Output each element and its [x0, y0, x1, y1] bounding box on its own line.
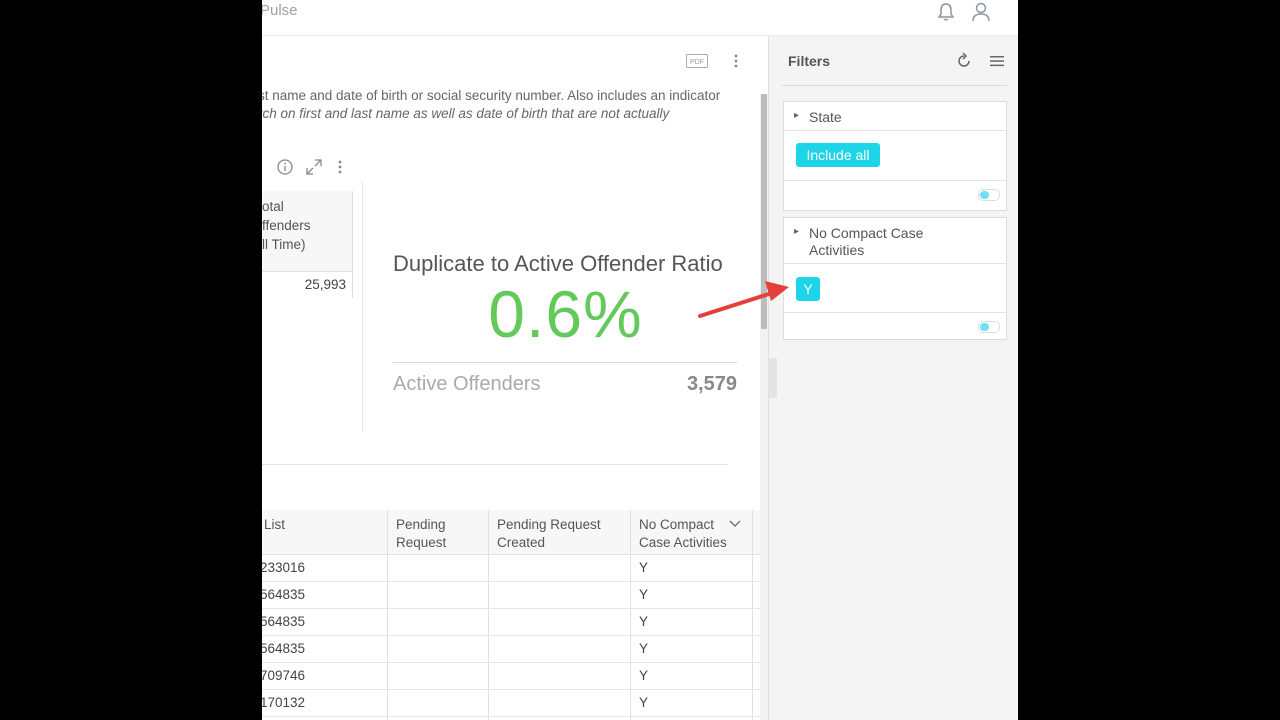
table-cell-no-compact: Y [639, 614, 649, 629]
filters-title: Filters [788, 53, 831, 69]
info-icon[interactable] [276, 158, 294, 176]
state-filter-header[interactable]: ▸ State [784, 102, 1006, 131]
description-line-2: rch on first and last name as well as da… [262, 106, 670, 121]
state-filter-card: ▸ State Include all [783, 101, 1007, 211]
column-header-list[interactable]: List [264, 516, 285, 534]
chevron-right-icon[interactable]: ▸ [794, 110, 799, 121]
chevron-down-icon[interactable] [729, 520, 741, 528]
no-compact-filter-card: ▸ No Compact Case Activities Y [783, 217, 1007, 340]
svg-text:PDF: PDF [690, 59, 704, 66]
table-cell-no-compact: Y [639, 668, 649, 683]
state-filter-footer [784, 180, 1006, 207]
total-offenders-header[interactable]: otal ffenders ll Time) [262, 191, 353, 272]
table-header: List Pending Request Pending Request Cre… [262, 510, 760, 555]
table-cell-list: 709746 [262, 668, 306, 683]
no-compact-filter-toggle[interactable] [978, 321, 1000, 333]
app-brand[interactable]: Pulse [262, 2, 298, 19]
table-cell-no-compact: Y [639, 641, 649, 656]
table-row[interactable]: 564835 Y [262, 582, 760, 609]
page-description: st name and date of birth or social secu… [262, 87, 758, 123]
total-offenders-cell: 25,993 [262, 272, 353, 298]
column-header-no-compact[interactable]: No Compact Case Activities [639, 516, 727, 552]
table-cell-list: 564835 [262, 587, 306, 602]
table-cell-list: 233016 [262, 560, 306, 575]
chevron-right-icon[interactable]: ▸ [794, 226, 799, 237]
no-compact-filter-footer [784, 312, 1006, 339]
main-panel: PDF st name and date of birth or social … [262, 36, 768, 720]
user-icon[interactable] [970, 1, 992, 23]
state-filter-title: State [809, 109, 842, 125]
table-cell-no-compact: Y [639, 560, 649, 575]
table-cell-no-compact: Y [639, 695, 649, 710]
kpi-title: Duplicate to Active Offender Ratio [393, 251, 723, 276]
filters-panel: Filters ▸ State Include all ▸ No Compact… [768, 36, 1018, 720]
table-row[interactable]: 170132 Y [262, 690, 760, 717]
table-cell-no-compact: Y [639, 587, 649, 602]
table-row[interactable]: 564835 Y [262, 609, 760, 636]
pdf-export-icon[interactable]: PDF [686, 54, 708, 68]
state-filter-toggle[interactable] [978, 189, 1000, 201]
tile-divider [362, 182, 363, 432]
table-cell-list: 170132 [262, 695, 306, 710]
table-cell-list: 564835 [262, 641, 306, 656]
section-divider [262, 464, 728, 465]
total-offenders-value: 25,993 [304, 277, 346, 292]
kpi-sub-label: Active Offenders [393, 373, 541, 395]
table-row[interactable]: 564835 Y [262, 636, 760, 663]
table-row[interactable]: 709746 Y [262, 663, 760, 690]
reset-icon[interactable] [955, 52, 973, 70]
filters-separator [782, 85, 1007, 86]
tile-more-icon[interactable] [332, 159, 348, 175]
include-all-chip[interactable]: Include all [796, 143, 880, 167]
y-value-chip[interactable]: Y [796, 277, 820, 301]
description-line-1: st name and date of birth or social secu… [262, 88, 721, 103]
kpi-value: 0.6% [488, 277, 643, 351]
total-offenders-header-label: otal ffenders ll Time) [262, 199, 311, 252]
main-scrollbar-thumb[interactable] [761, 94, 767, 329]
panel-collapse-handle[interactable] [769, 358, 777, 398]
kpi-divider [393, 362, 737, 363]
column-header-pending-request-created[interactable]: Pending Request Created [497, 516, 601, 552]
main-scrollbar[interactable] [760, 94, 768, 720]
kpi-sub-value: 3,579 [686, 373, 737, 395]
menu-icon[interactable] [988, 52, 1006, 70]
bell-icon[interactable] [935, 1, 957, 23]
no-compact-filter-title: No Compact Case Activities [809, 225, 924, 258]
top-bar: Pulse [262, 0, 1018, 36]
table-row[interactable]: 233016 Y [262, 555, 760, 582]
more-options-icon[interactable] [728, 53, 744, 69]
table-cell-list: 564835 [262, 614, 306, 629]
no-compact-filter-header[interactable]: ▸ No Compact Case Activities [784, 218, 1006, 264]
expand-icon[interactable] [305, 158, 323, 176]
column-header-pending-request[interactable]: Pending Request [396, 516, 446, 552]
dashboard-app: Pulse PDF st name and date of birth or s… [262, 0, 1018, 720]
